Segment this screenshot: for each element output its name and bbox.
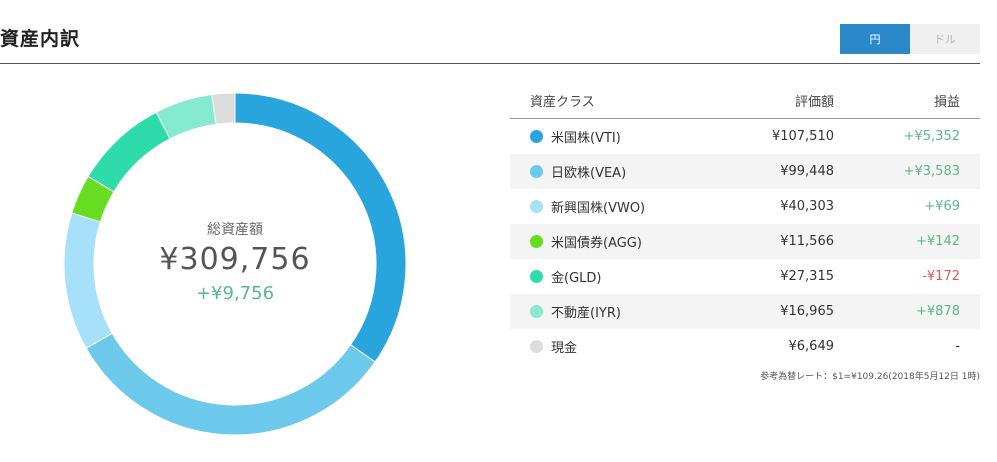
asset-table: 資産クラス 評価額 損益 米国株(VTI) ¥107,510 +¥5,352 日欧株(… [510, 82, 980, 364]
asset-name: 日欧株(VEA) [551, 166, 627, 181]
header-asset-class: 資産クラス [530, 94, 595, 110]
asset-name-cell: 日欧株(VEA) [510, 162, 750, 181]
legend-dot [530, 235, 543, 248]
asset-name-cell: 現金 [510, 337, 750, 356]
title-divider [0, 63, 980, 64]
total-gain-value: +¥9,756 [195, 283, 275, 304]
asset-value: ¥107,510 [771, 129, 834, 144]
asset-value: ¥6,649 [788, 339, 835, 354]
asset-gain: +¥69 [924, 199, 960, 214]
legend-dot [530, 200, 543, 213]
asset-gain: - [955, 339, 960, 354]
page-title: 資産内訳 [0, 28, 81, 50]
asset-name: 新興国株(VWO) [551, 201, 646, 216]
asset-value: ¥16,965 [780, 304, 834, 319]
asset-gain: +¥3,583 [903, 164, 960, 179]
total-assets-label: 総資産額 [207, 222, 263, 238]
asset-value: ¥99,448 [780, 164, 834, 179]
asset-value: ¥11,566 [780, 234, 834, 249]
legend-dot [530, 340, 543, 353]
table-body: 米国株(VTI) ¥107,510 +¥5,352 日欧株(VEA) ¥99,448 +¥… [510, 119, 980, 364]
donut-center: 総資産額 ¥309,756 +¥9,756 [64, 93, 406, 435]
table-row: 金(GLD) ¥27,315 -¥172 [510, 259, 980, 294]
legend-dot [530, 305, 543, 318]
asset-name-cell: 米国株(VTI) [510, 127, 750, 146]
asset-gain: +¥142 [916, 234, 960, 249]
table-row: 日欧株(VEA) ¥99,448 +¥3,583 [510, 154, 980, 189]
asset-name: 金(GLD) [551, 271, 602, 286]
asset-name: 米国株(VTI) [551, 131, 621, 146]
currency-toggle: 円 ドル [840, 24, 980, 54]
asset-value: ¥27,315 [780, 269, 834, 284]
header-valuation: 評価額 [794, 94, 834, 110]
asset-name-cell: 不動産(IYR) [510, 302, 750, 321]
total-assets-value: ¥309,756 [159, 242, 311, 277]
asset-gain: +¥5,352 [903, 129, 960, 144]
legend-dot [530, 130, 543, 143]
asset-value: ¥40,303 [780, 199, 834, 214]
asset-name: 不動産(IYR) [551, 306, 621, 321]
table-row: 米国株(VTI) ¥107,510 +¥5,352 [510, 119, 980, 154]
asset-name: 米国債券(AGG) [551, 236, 642, 251]
currency-dollar-button[interactable]: ドル [910, 24, 980, 54]
currency-yen-button[interactable]: 円 [840, 24, 910, 54]
table-row: 現金 ¥6,649 - [510, 329, 980, 364]
table-row: 不動産(IYR) ¥16,965 +¥878 [510, 294, 980, 329]
asset-donut-chart: 総資産額 ¥309,756 +¥9,756 [64, 93, 406, 435]
table-row: 米国債券(AGG) ¥11,566 +¥142 [510, 224, 980, 259]
legend-dot [530, 165, 543, 178]
legend-dot [530, 270, 543, 283]
asset-gain: +¥878 [916, 304, 960, 319]
asset-name-cell: 新興国株(VWO) [510, 197, 750, 216]
asset-name-cell: 米国債券(AGG) [510, 232, 750, 251]
asset-gain: -¥172 [922, 269, 960, 284]
exchange-rate-note: 参考為替レート：$1=¥109.26(2018年5月12日 1時) [760, 372, 980, 382]
header-gain-loss: 損益 [933, 94, 960, 110]
table-header: 資産クラス 評価額 損益 [510, 82, 980, 119]
asset-name: 現金 [551, 341, 578, 356]
table-row: 新興国株(VWO) ¥40,303 +¥69 [510, 189, 980, 224]
asset-name-cell: 金(GLD) [510, 267, 750, 286]
